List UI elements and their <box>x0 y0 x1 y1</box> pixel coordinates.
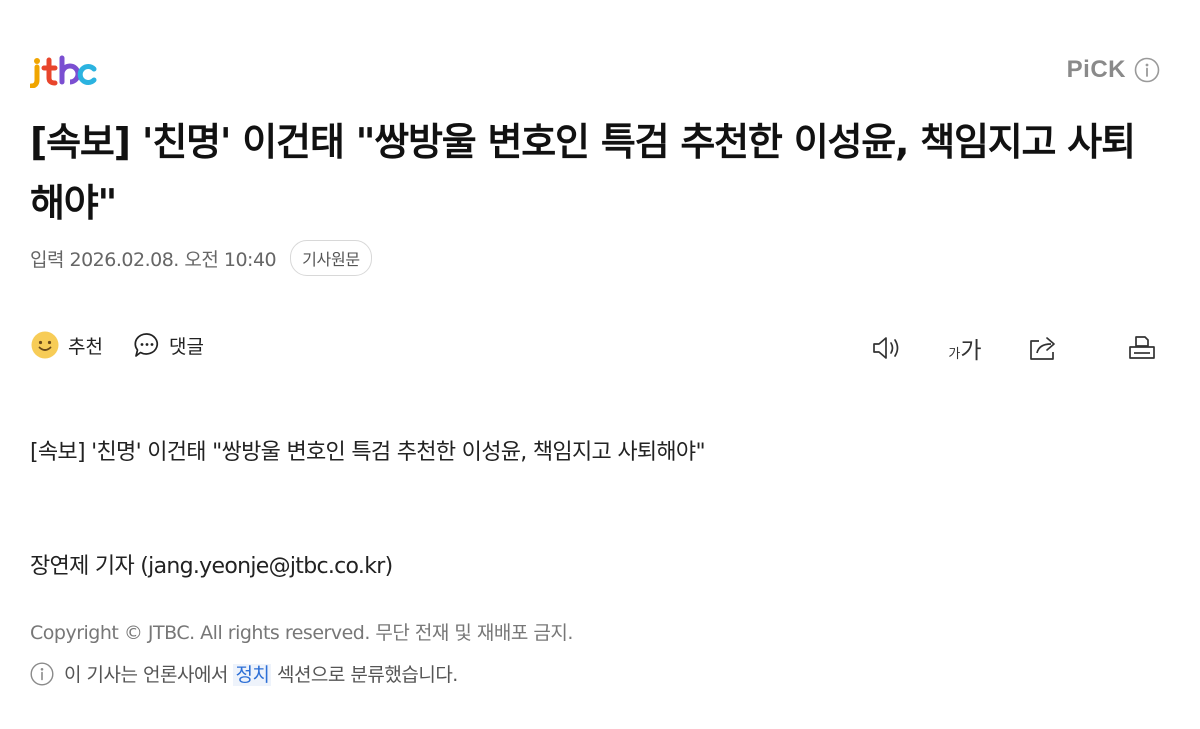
font-size-icon: 가 가 <box>948 338 982 364</box>
comment-button[interactable]: 댓글 <box>133 331 204 359</box>
speech-bubble-icon <box>134 333 159 357</box>
reporter-byline: 장연제 기자 (jang.yeonje@jtbc.co.kr) <box>30 554 393 579</box>
font-size-button[interactable]: 가 가 <box>926 330 1004 366</box>
jtbc-logo[interactable] <box>30 52 98 88</box>
article-headline: [속보] '친명' 이건태 "쌍방울 변호인 특검 추천한 이성윤, 책임지고 … <box>30 120 1136 225</box>
print-button[interactable] <box>1124 330 1160 366</box>
recommend-button[interactable]: 추천 <box>30 330 103 360</box>
section-link-politics[interactable]: 정치 <box>233 664 272 686</box>
pick-badge[interactable]: PiCK <box>1067 56 1160 84</box>
listen-button[interactable] <box>848 330 926 366</box>
article-meta: 입력 2026.02.08. 오전 10:40 기사원문 <box>30 240 372 276</box>
copyright-notice: Copyright © JTBC. All rights reserved. 무… <box>30 622 573 644</box>
info-icon <box>30 661 54 686</box>
reaction-bar: 추천 댓글 <box>30 330 204 360</box>
section-note-suffix: 섹션으로 분류했습니다. <box>276 664 458 686</box>
publish-date: 입력 2026.02.08. 오전 10:40 <box>30 248 277 271</box>
section-classification-note: 이 기사는 언론사에서 정치 섹션으로 분류했습니다. <box>30 660 458 687</box>
speaker-icon <box>873 337 899 359</box>
share-icon <box>1030 337 1055 360</box>
smile-emoji-icon <box>31 331 59 359</box>
section-note-prefix: 이 기사는 언론사에서 <box>64 664 228 686</box>
share-button[interactable] <box>1004 330 1082 366</box>
comment-label: 댓글 <box>168 335 204 358</box>
pick-label: PiCK <box>1066 56 1126 83</box>
jtbc-logo-mark <box>30 55 97 88</box>
recommend-label: 추천 <box>68 335 103 358</box>
article-tools: 가 가 <box>848 330 1160 366</box>
info-icon[interactable] <box>1134 57 1160 83</box>
article-body: [속보] '친명' 이건태 "쌍방울 변호인 특검 추천한 이성윤, 책임지고 … <box>30 440 706 465</box>
original-article-button[interactable]: 기사원문 <box>290 240 372 276</box>
print-icon <box>1129 336 1155 359</box>
